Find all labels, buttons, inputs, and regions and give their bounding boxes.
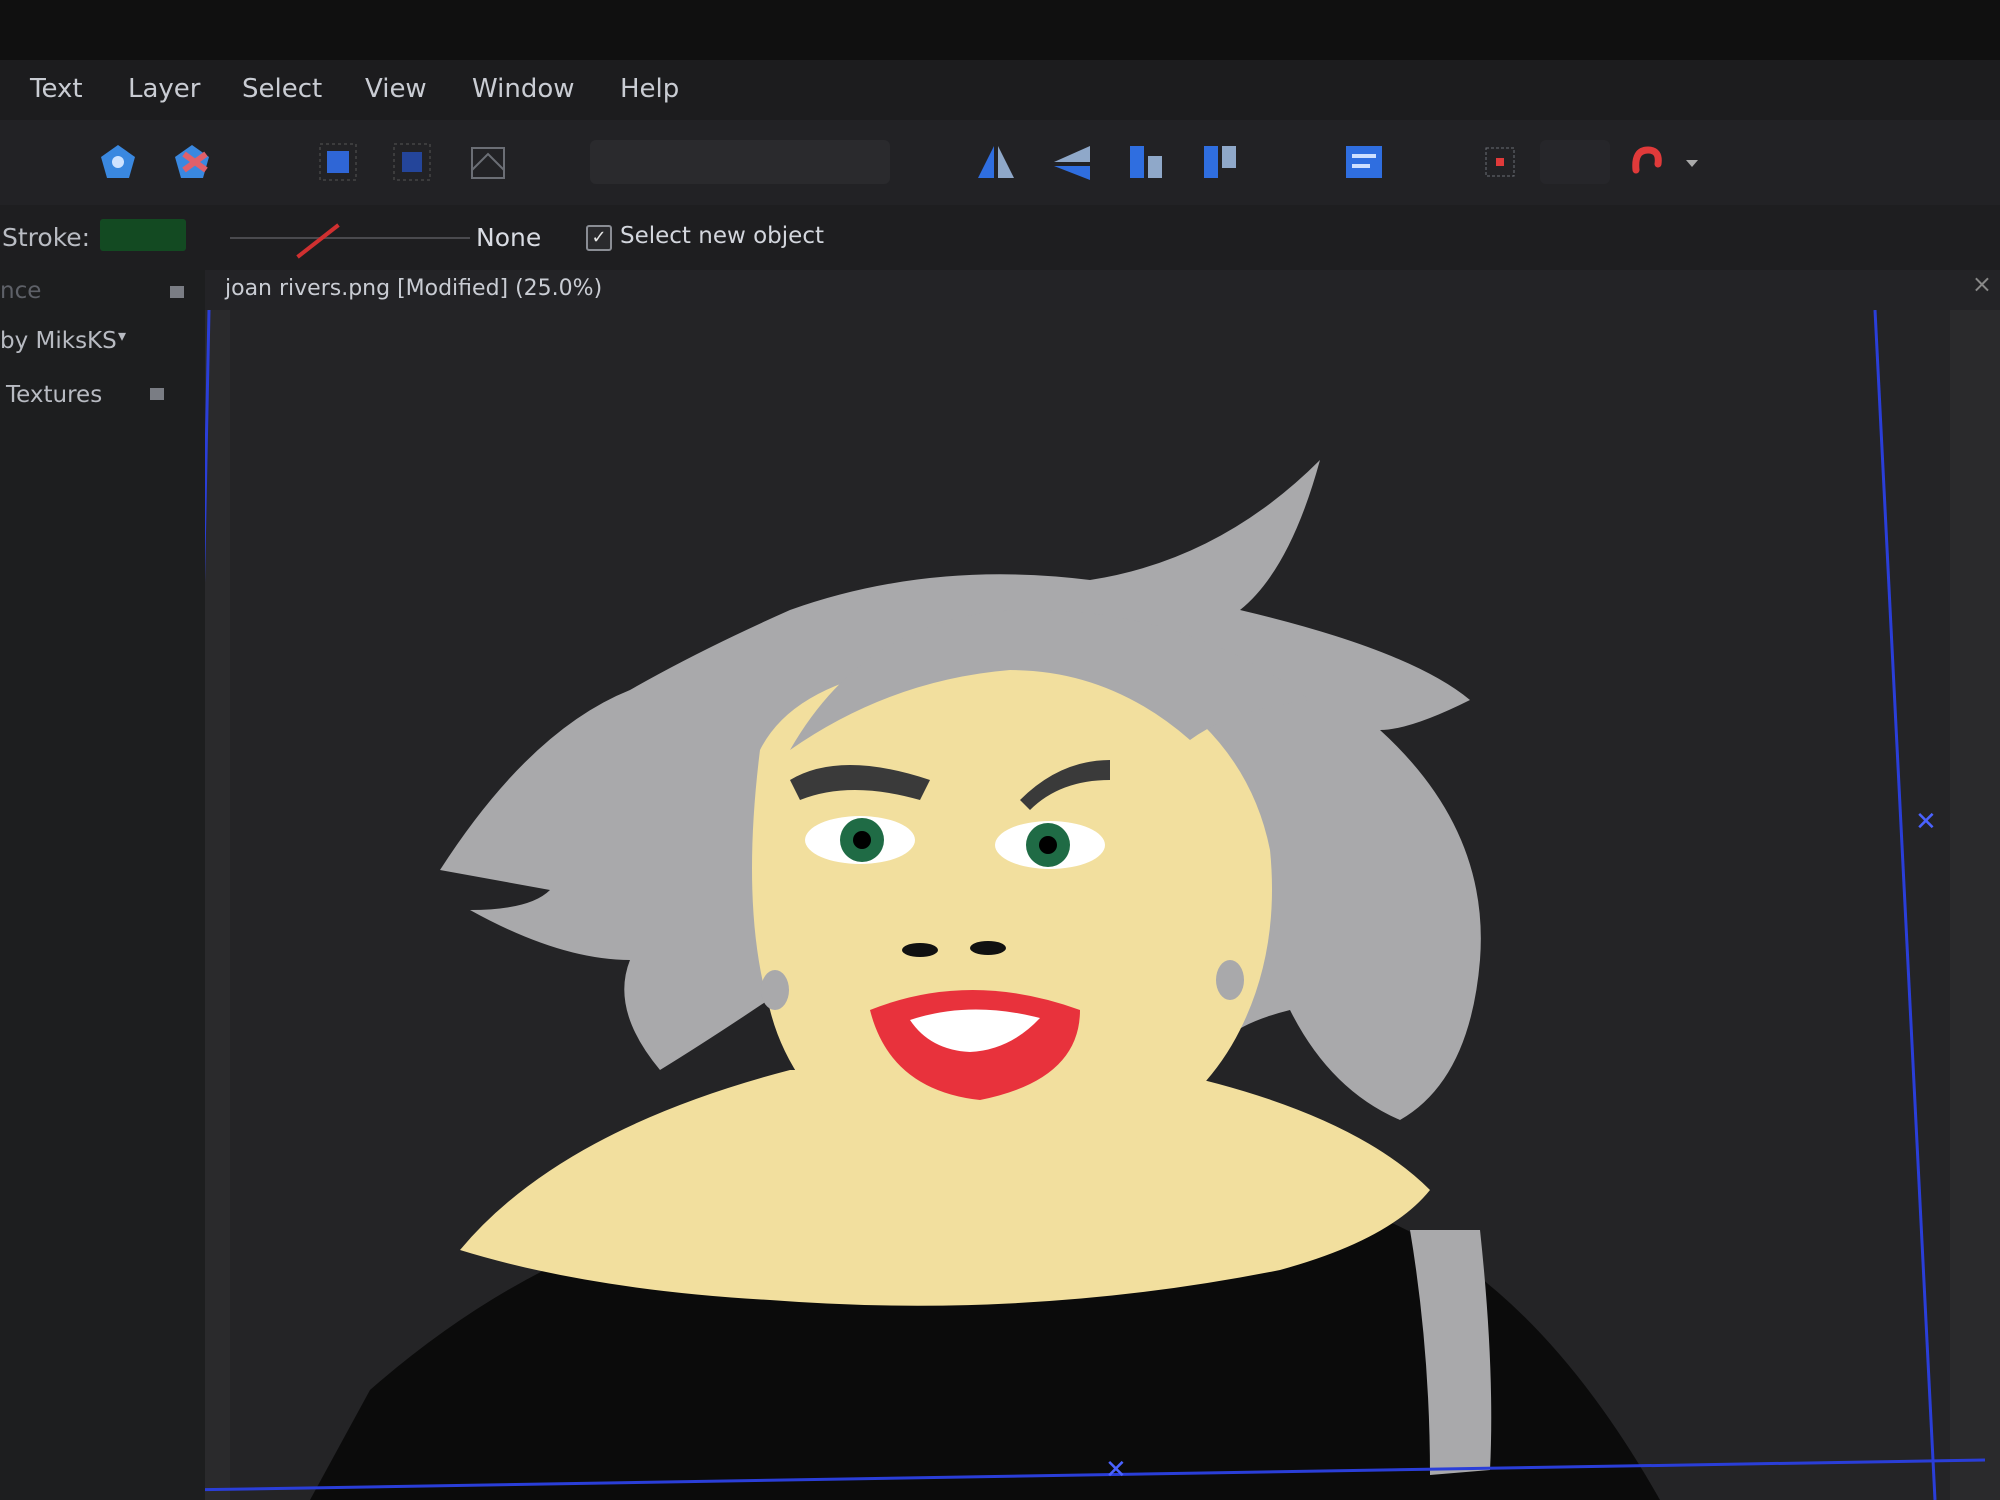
select-new-object-checkbox[interactable]: ✓ xyxy=(586,225,612,251)
textures-menu-icon[interactable] xyxy=(150,388,164,400)
artboard[interactable] xyxy=(230,310,1950,1500)
document-tab-bar: joan rivers.png [Modified] (25.0%) × xyxy=(205,270,2000,310)
flip-vertical-icon[interactable] xyxy=(1050,140,1094,184)
portrait-illustration[interactable] xyxy=(230,310,1950,1500)
menu-bar: Text Layer Select View Window Help xyxy=(0,60,2000,120)
shape-builder-icon[interactable] xyxy=(170,140,214,184)
snapping-box xyxy=(1540,140,1610,184)
canvas-area[interactable]: ✕ ✕ ✕ xyxy=(205,310,2000,1500)
bounds-handle-left[interactable]: ✕ xyxy=(205,837,207,867)
menu-view[interactable]: View xyxy=(365,74,427,104)
context-toolbar: Stroke: None ✓ Select new object xyxy=(0,205,2000,270)
right-earring xyxy=(1216,960,1244,1000)
menu-text[interactable]: Text xyxy=(30,74,83,104)
menu-help[interactable]: Help xyxy=(620,74,679,104)
left-nostril xyxy=(902,943,938,957)
chevron-down-icon: ▾ xyxy=(118,326,127,345)
right-pupil xyxy=(1039,836,1057,854)
stroke-value: None xyxy=(476,223,542,252)
grid-select-icon[interactable] xyxy=(316,140,360,184)
textures-label: Textures xyxy=(6,382,103,408)
right-nostril xyxy=(970,941,1006,955)
rotate-counterclockwise-icon[interactable] xyxy=(1198,140,1242,184)
menu-select[interactable]: Select xyxy=(242,74,322,104)
window-top-bar xyxy=(0,0,2000,60)
left-earring xyxy=(761,970,789,1010)
stroke-label: Stroke: xyxy=(2,223,91,252)
align-icon[interactable] xyxy=(1342,140,1386,184)
transform-grid-icon[interactable] xyxy=(466,140,510,184)
toolbar xyxy=(0,120,2000,205)
select-new-object-label: Select new object xyxy=(620,223,824,249)
disabled-tool-group xyxy=(590,140,890,184)
panel-menu-icon[interactable] xyxy=(170,286,184,298)
stroke-color-swatch[interactable] xyxy=(100,219,186,251)
panel-appearance-label: nce xyxy=(0,278,42,304)
left-panel: nce by MiksKS ▾ Textures xyxy=(0,270,205,1500)
stroke-width-slider[interactable] xyxy=(230,237,470,239)
grid-select-alt-icon[interactable] xyxy=(390,140,434,184)
left-pupil xyxy=(853,831,871,849)
menu-window[interactable]: Window xyxy=(472,74,575,104)
chevron-down-icon[interactable] xyxy=(1680,140,1704,184)
document-title[interactable]: joan rivers.png [Modified] (25.0%) xyxy=(225,276,602,301)
menu-layer[interactable]: Layer xyxy=(128,74,201,104)
close-icon[interactable]: × xyxy=(1972,270,1992,298)
stroke-none-icon xyxy=(296,223,340,259)
brush-category-dropdown[interactable]: by MiksKS xyxy=(0,328,117,354)
snapping-magnet-icon[interactable] xyxy=(1624,140,1668,184)
flip-horizontal-icon[interactable] xyxy=(974,140,1018,184)
distribute-icon[interactable] xyxy=(1478,140,1522,184)
rotate-clockwise-icon[interactable] xyxy=(1124,140,1168,184)
pentagon-shape-icon[interactable] xyxy=(96,140,140,184)
